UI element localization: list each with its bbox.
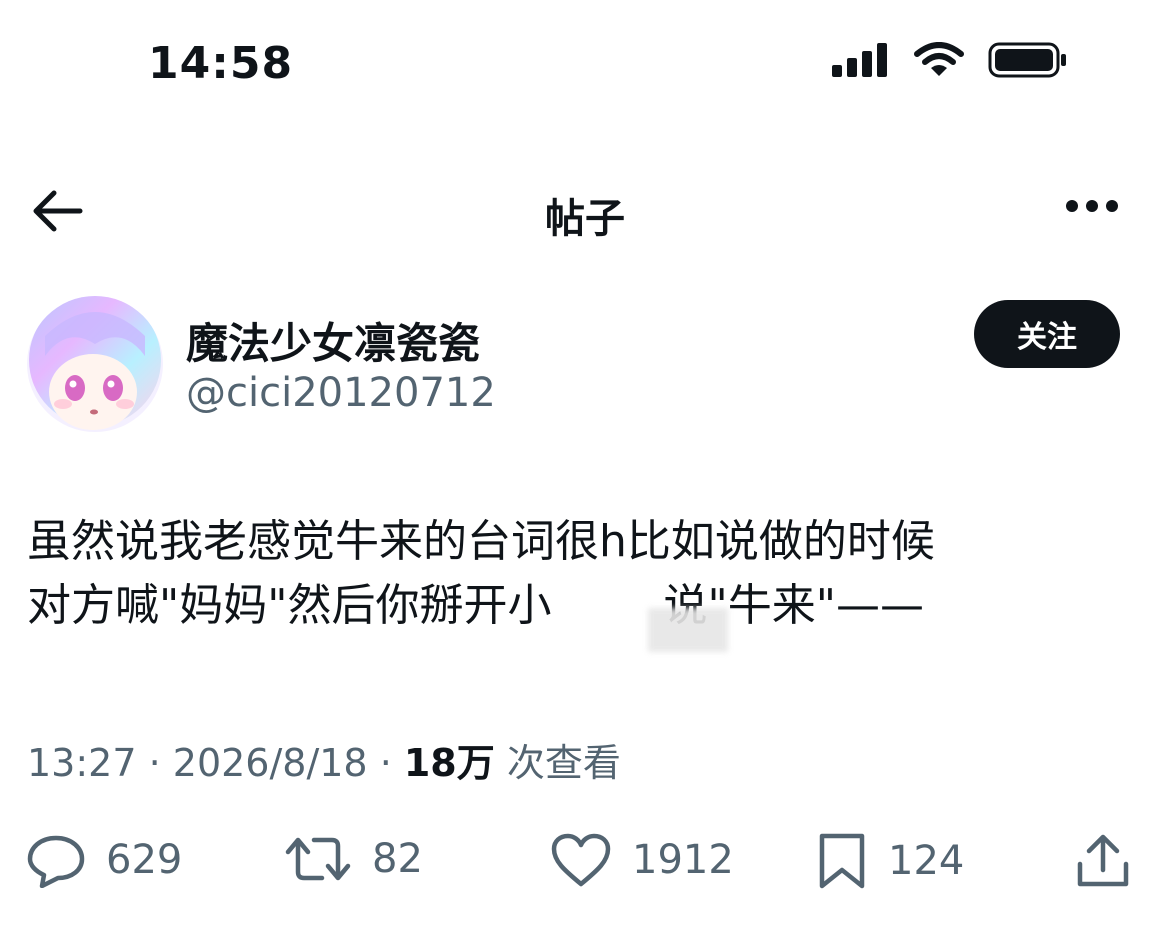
bookmark-button[interactable]: 124 (816, 832, 964, 890)
follow-button[interactable]: 关注 (974, 300, 1120, 368)
more-dots-icon[interactable] (1064, 196, 1120, 216)
repost-count: 82 (372, 836, 423, 882)
redaction-blur (648, 608, 728, 652)
repost-icon (285, 837, 351, 881)
status-time: 14:58 (148, 38, 294, 89)
view-count-label: 次查看 (494, 741, 621, 785)
tweet-line-2-start: 对方喊"妈妈"然后你掰开小 (27, 580, 552, 631)
tweet-date: 2026/8/18 (172, 741, 368, 785)
author-display-name[interactable]: 魔法少女凛瓷瓷 (186, 310, 480, 371)
meta-separator: · (367, 741, 404, 785)
bookmark-icon (819, 833, 865, 889)
view-count[interactable]: 18万 (404, 741, 495, 785)
wifi-icon (914, 42, 964, 76)
tweet-time: 13:27 (27, 741, 137, 785)
reply-button[interactable]: 629 (26, 832, 182, 888)
like-button[interactable]: 1912 (550, 832, 734, 888)
reply-count: 629 (106, 837, 183, 883)
avatar[interactable] (27, 296, 163, 432)
page-title: 帖子 (545, 196, 625, 242)
tweet-line-1: 虽然说我老感觉牛来的台词很h比如说做的时候 (27, 516, 935, 567)
meta-separator: · (136, 741, 173, 785)
tweet-meta: 13:27 · 2026/8/18 · 18万 次查看 (27, 732, 621, 787)
status-icons (832, 42, 1068, 78)
tweet-text: 虽然说我老感觉牛来的台词很h比如说做的时候 对方喊"妈妈"然后你掰开小 说"牛来"… (27, 510, 1147, 638)
share-button[interactable] (1074, 832, 1132, 890)
cellular-signal-icon (832, 43, 887, 77)
anime-avatar-image (27, 296, 163, 432)
like-count: 1912 (632, 837, 734, 883)
share-icon (1077, 834, 1129, 887)
heart-icon (551, 833, 611, 887)
author-handle[interactable]: @cici20120712 (186, 370, 496, 416)
bookmark-count: 124 (888, 838, 965, 884)
battery-icon (988, 42, 1066, 78)
tweet-line-2: 对方喊"妈妈"然后你掰开小 说"牛来"—— (27, 574, 1147, 638)
comment-bubble-icon (27, 835, 85, 888)
repost-button[interactable]: 82 (284, 832, 423, 886)
